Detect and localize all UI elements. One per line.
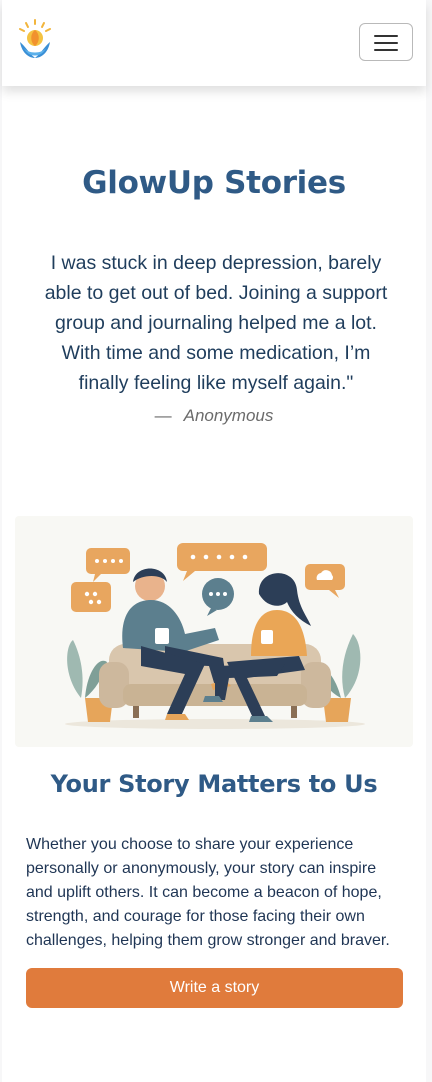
page: GlowUp Stories I was stuck in deep depre… [2, 0, 426, 1082]
testimonial-quote: I was stuck in deep depression, barely a… [44, 252, 388, 394]
hamburger-menu-icon-bar [374, 42, 398, 44]
lotus-sun-logo-icon[interactable] [16, 18, 54, 62]
menu-toggle-button[interactable] [359, 23, 413, 61]
attribution-name: Anonymous [183, 406, 274, 425]
two-people-talking-on-couch-illustration [15, 516, 413, 747]
navbar [2, 0, 426, 86]
section-body-text: Whether you choose to share your experie… [26, 836, 390, 949]
write-story-button[interactable]: Write a story [26, 968, 403, 1008]
section-heading: Your Story Matters to Us [50, 770, 378, 798]
hamburger-menu-icon-bar [374, 49, 398, 51]
page-title: GlowUp Stories [82, 165, 346, 201]
hamburger-menu-icon [374, 35, 398, 37]
testimonial-attribution: — Anonymous [2, 406, 426, 426]
attribution-dash: — [154, 406, 172, 425]
